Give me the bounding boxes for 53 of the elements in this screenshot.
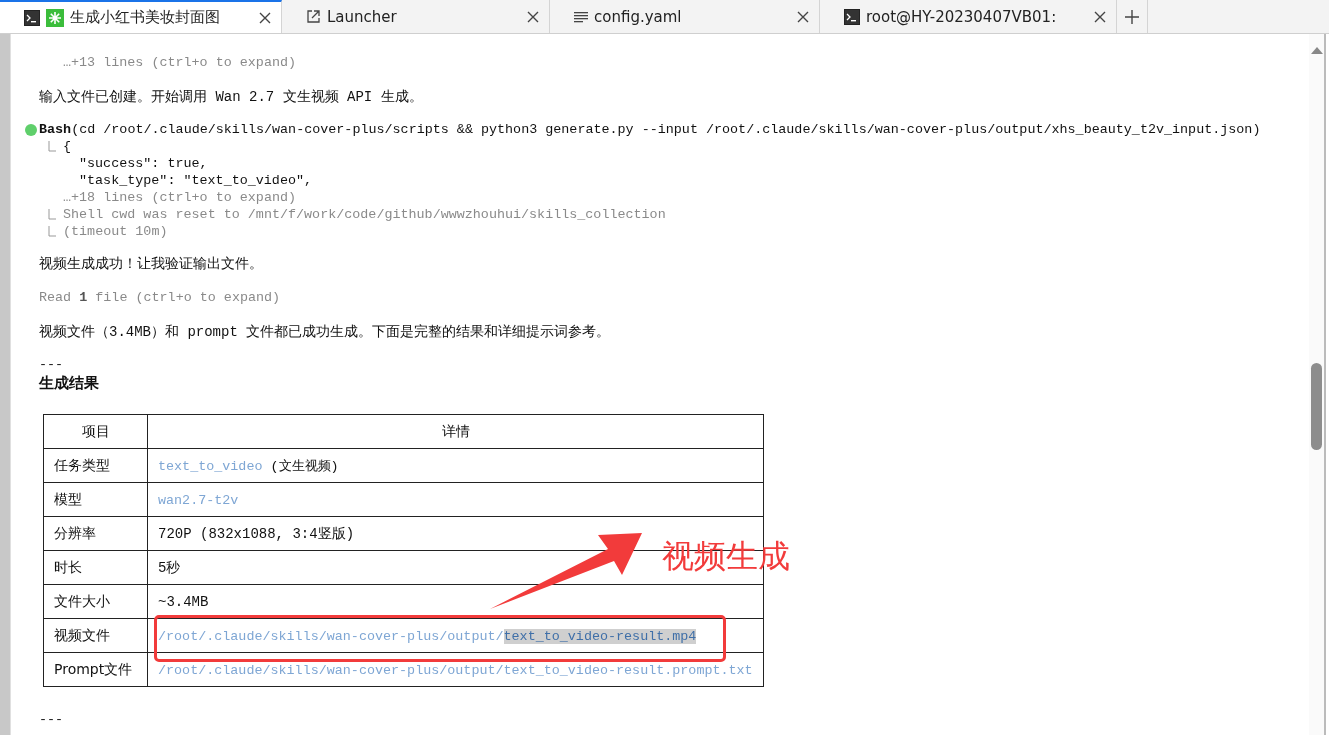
- tree-branch-icon: [47, 226, 57, 237]
- cell-text: (文生视频): [269, 458, 339, 474]
- scroll-thumb[interactable]: [1311, 363, 1322, 450]
- close-icon[interactable]: [527, 10, 539, 23]
- table-cell: 任务类型: [43, 448, 148, 483]
- scroll-up-icon[interactable]: [1311, 47, 1323, 54]
- terminal-icon: [844, 8, 860, 25]
- column-header: 详情: [147, 414, 764, 449]
- tree-branch-icon: [47, 209, 57, 220]
- table-cell: 分辨率: [43, 516, 148, 551]
- collapsed-note: …+18 lines (ctrl+o to expand): [63, 189, 297, 206]
- link-text: text_to_video: [158, 458, 263, 474]
- tab-label: root@HY-20230407VB01:: [866, 7, 1058, 26]
- link-text: /root/.claude/skills/wan-cover-plus/output/text_to_video-result.prompt.txt: [158, 662, 753, 678]
- close-icon[interactable]: [1094, 10, 1106, 23]
- command-text: (cd /root/.claude/skills/wan-cover-plus/scripts && python3 generate.py --input /root/.claude/skills/wan-cover-plus/output/xhs_beauty_t2v_input.json): [71, 122, 1261, 137]
- close-icon[interactable]: [259, 11, 271, 24]
- close-icon[interactable]: [797, 10, 809, 23]
- collapsed-note: (timeout 10m): [63, 223, 168, 240]
- rule-text: ---: [39, 711, 65, 728]
- plus-icon: [1125, 9, 1139, 24]
- collapsed-note: Read 1 file (ctrl+o to expand): [39, 289, 282, 307]
- tab-label: 生成小红书美妆封面图: [70, 8, 221, 27]
- message-text: 视频生成成功！让我验证输出文件。: [39, 255, 264, 274]
- link-text: /root/.claude/skills/wan-cover-plus/output/: [158, 628, 504, 644]
- message-text: 输入文件已创建。开始调用 Wan 2.7 文生视频 API 生成。: [39, 88, 424, 107]
- tab-label: Launcher: [327, 7, 398, 26]
- selected-text: text_to_video-result.mp4: [503, 628, 697, 644]
- message-text: 视频文件（3.4MB）和 prompt 文件都已成功生成。下面是完整的结果和详细提示词参考。: [39, 323, 612, 342]
- table-cell: Prompt文件: [43, 652, 148, 687]
- tree-branch-icon: [47, 141, 57, 152]
- table-cell: 文件大小: [43, 584, 148, 619]
- section-heading: 生成结果: [39, 373, 100, 393]
- table-cell: 模型: [43, 482, 148, 517]
- table-cell: 时长: [43, 550, 148, 585]
- output-text: "success": true,: [79, 155, 208, 172]
- text-file-icon: [574, 9, 588, 24]
- link-text: wan2.7-t2v: [158, 492, 239, 508]
- tab-label: config.yaml: [594, 7, 683, 26]
- external-link-icon: [306, 9, 321, 24]
- asterisk-icon: [46, 8, 64, 27]
- rule-text: ---: [39, 356, 65, 373]
- tool-name: Bash: [39, 122, 72, 137]
- tab[interactable]: 生成小红书美妆封面图: [0, 0, 282, 33]
- output-text: {: [63, 138, 72, 155]
- status-dot-icon: [25, 123, 37, 136]
- collapsed-note: Shell cwd was reset to /mnt/f/work/code/github/wwwzhouhui/skills_collection: [63, 206, 666, 223]
- terminal-icon: [24, 9, 40, 26]
- table-cell: 视频文件: [43, 618, 148, 653]
- column-header: 项目: [43, 414, 148, 449]
- collapsed-note: …+13 lines (ctrl+o to expand): [62, 54, 298, 72]
- output-text: "task_type": "text_to_video",: [79, 172, 313, 189]
- scrollbar[interactable]: [1309, 34, 1326, 735]
